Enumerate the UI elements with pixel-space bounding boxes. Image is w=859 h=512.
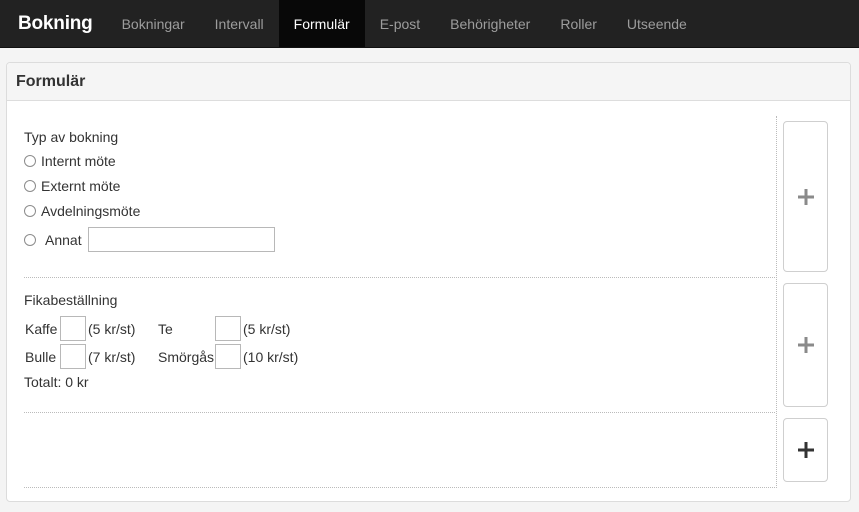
nav-item-roller[interactable]: Roller [545,0,612,47]
fika-item-label: Smörgås [158,349,215,365]
nav-item-formular[interactable]: Formulär [278,0,365,47]
radio-label: Internt möte [41,153,116,169]
fika-total: Totalt: 0 kr [24,374,89,390]
fika-title: Fikabeställning [24,292,118,308]
radio-label: Annat [45,231,82,248]
panel-body: Typ av bokning Internt möte Externt möte… [7,101,850,501]
other-text-input[interactable] [87,227,275,252]
plus-icon [797,337,814,353]
radio-button[interactable] [24,233,36,246]
nav-item-bokningar[interactable]: Bokningar [107,0,200,47]
fika-item-label: Kaffe [25,321,58,337]
form-panel: Formulär Typ av bokning Internt möte Ext… [6,62,851,502]
radio-option-external[interactable]: Externt möte [24,178,120,194]
radio-button[interactable] [24,180,36,192]
brand-logo[interactable]: Bokning [0,0,107,47]
nav-item-intervall[interactable]: Intervall [200,0,279,47]
empty-section[interactable] [24,413,775,487]
te-quantity-input[interactable] [215,316,241,341]
top-navbar: Bokning Bokningar Intervall Formulär E-p… [0,0,859,48]
nav-item-behorigheter[interactable]: Behörigheter [435,0,545,47]
add-section-button-1[interactable] [783,121,828,272]
panel-title: Formulär [7,63,850,101]
fika-section[interactable]: Fikabeställning Kaffe (5 kr/st) Te (5 kr… [24,292,775,402]
fika-item-price: (10 kr/st) [243,349,299,365]
nav-item-e-post[interactable]: E-post [365,0,435,47]
kaffe-quantity-input[interactable] [60,316,86,341]
booking-type-title: Typ av bokning [24,129,119,145]
nav-item-utseende[interactable]: Utseende [612,0,702,47]
fika-item-label: Bulle [25,349,57,365]
radio-label: Externt möte [41,178,121,194]
vertical-divider [776,116,777,488]
radio-button[interactable] [24,155,36,167]
radio-option-internal[interactable]: Internt möte [24,153,116,169]
fika-item-label: Te [158,321,173,337]
bulle-quantity-input[interactable] [60,344,86,369]
add-section-button-3[interactable] [783,418,828,482]
booking-type-section[interactable]: Typ av bokning Internt möte Externt möte… [24,129,775,279]
section-divider [24,277,775,278]
fika-item-price: (7 kr/st) [88,349,136,365]
fika-item-price: (5 kr/st) [243,321,291,337]
smorgas-quantity-input[interactable] [215,344,241,369]
radio-label: Avdelningsmöte [41,203,141,219]
fika-item-price: (5 kr/st) [88,321,136,337]
radio-button[interactable] [24,205,36,217]
plus-icon [797,442,814,458]
plus-icon [797,188,814,205]
radio-option-department[interactable]: Avdelningsmöte [24,203,140,219]
radio-option-other[interactable]: Annat [24,227,275,252]
section-divider [24,487,775,488]
add-section-button-2[interactable] [783,283,828,407]
